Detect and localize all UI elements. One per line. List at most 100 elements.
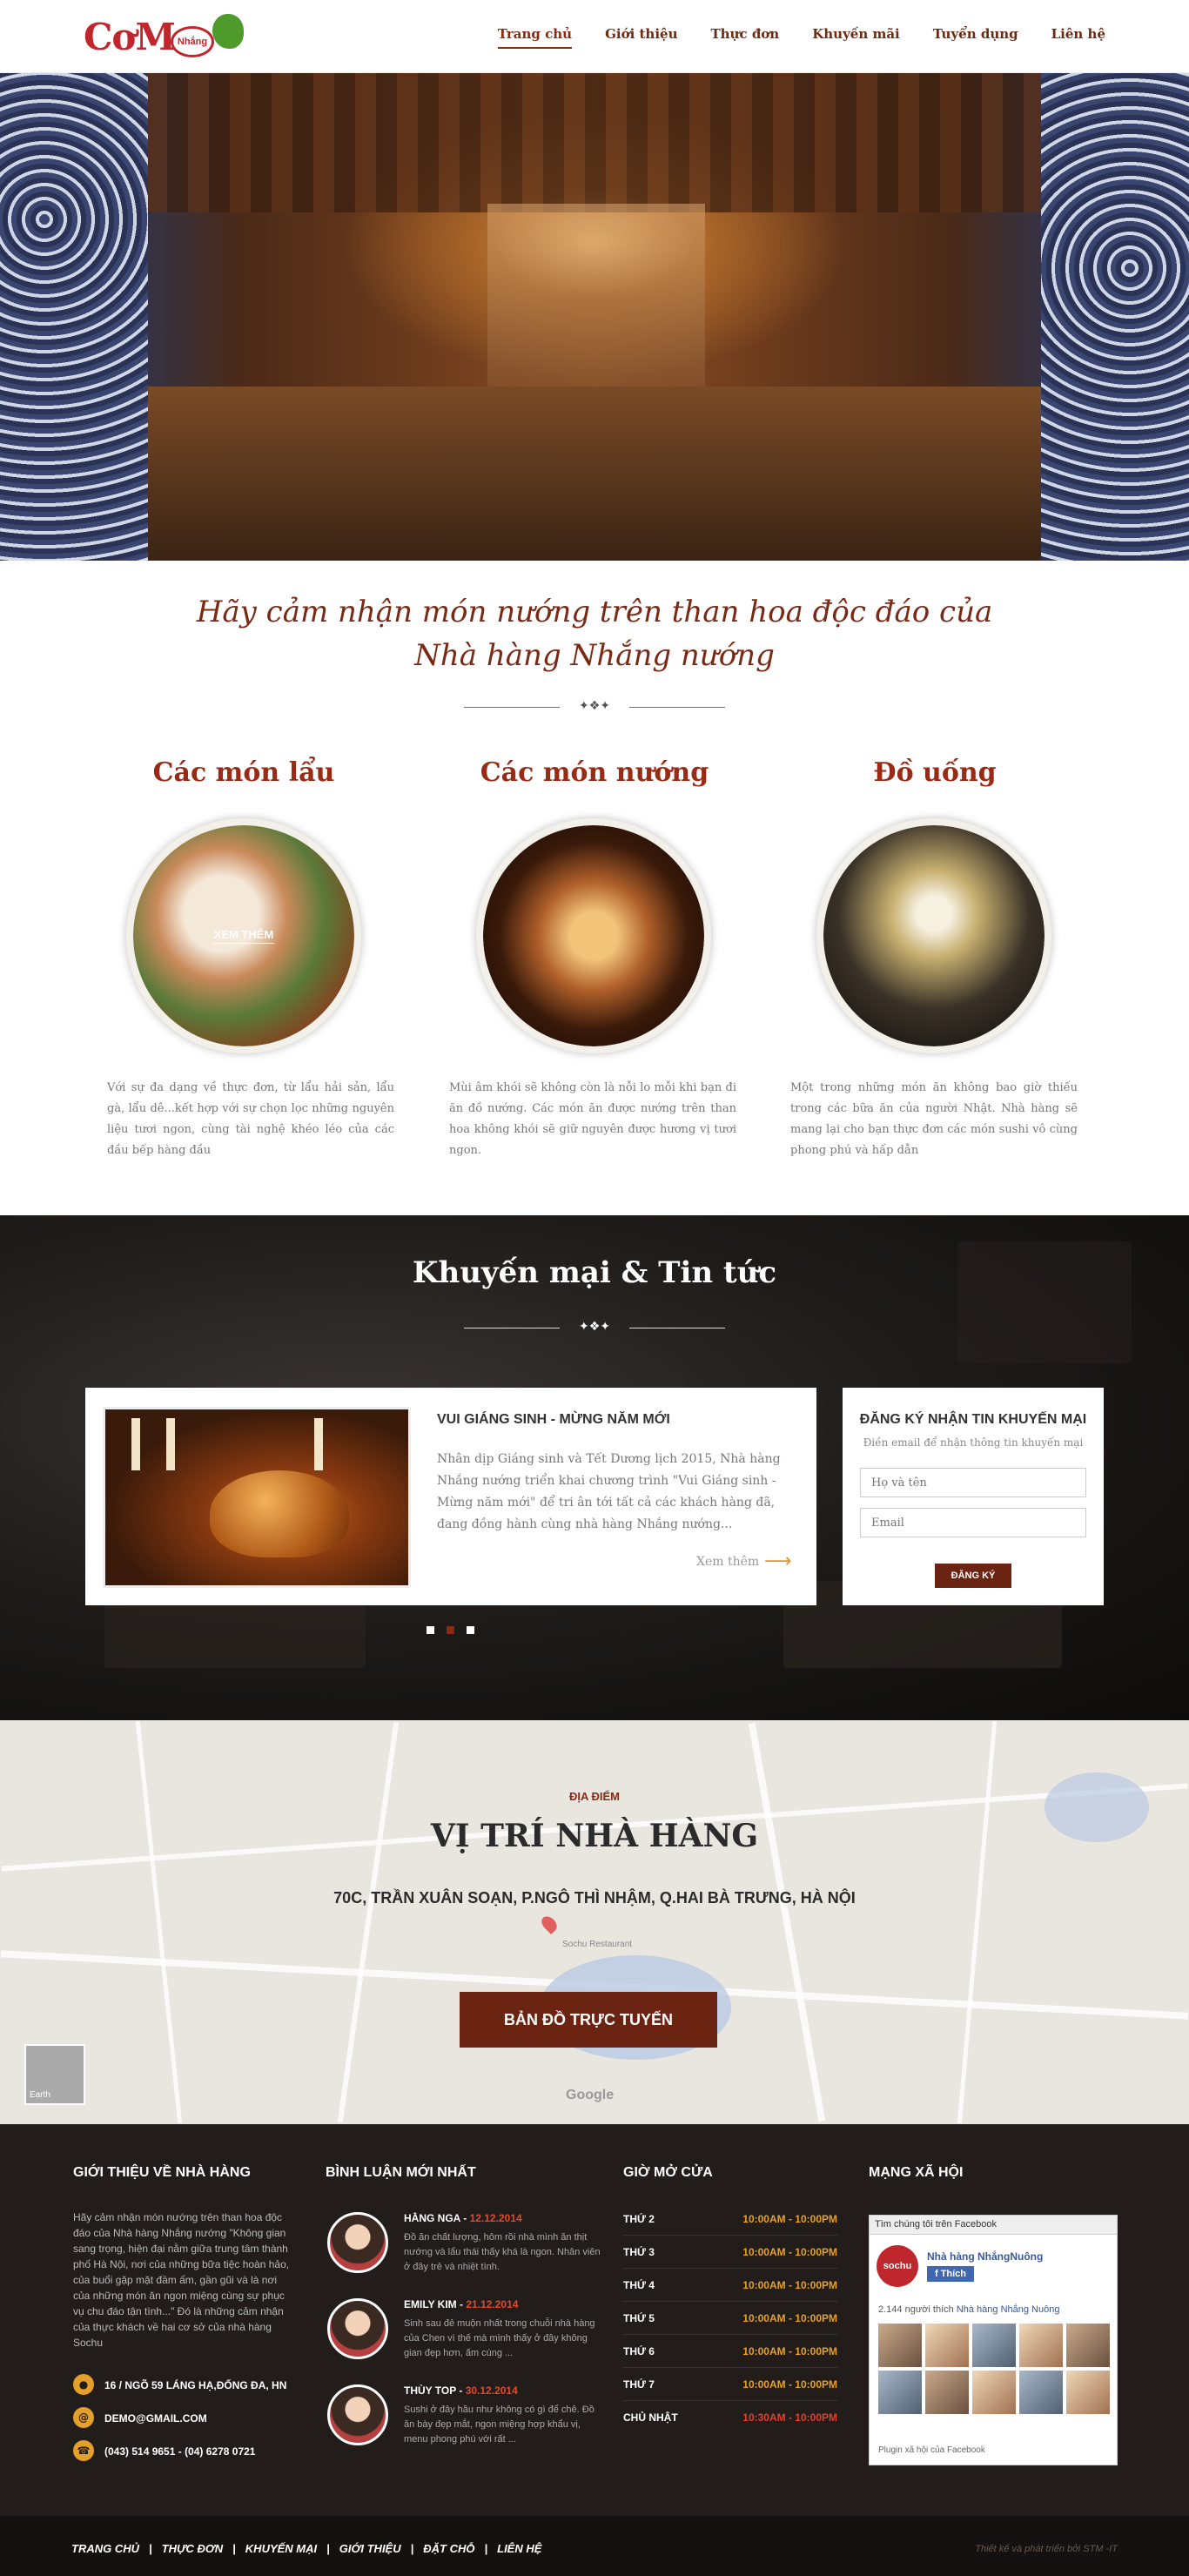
news-read-more-link[interactable]: Xem thêm (696, 1555, 759, 1569)
fan-avatar[interactable] (1066, 2324, 1110, 2367)
category-text-grill: Mùi âm khói sẽ không còn là nỗi lo mỗi k… (449, 1081, 736, 1157)
subscribe-button[interactable]: ĐĂNG KÝ (935, 1564, 1011, 1588)
avatar (327, 2384, 388, 2445)
bottom-link-about[interactable]: GIỚI THIỆU (339, 2542, 401, 2555)
fan-avatar[interactable] (878, 2371, 922, 2414)
facebook-plugin-label[interactable]: Plugin xã hội của Facebook (878, 2445, 985, 2455)
nav-item-home[interactable]: Trang chủ (497, 26, 573, 49)
footer-address: 16 / NGÕ 59 LÁNG HẠ,ĐỐNG ĐA, HN (104, 2379, 287, 2391)
news-title[interactable]: VUI GIÁNG SINH - MỪNG NĂM MỚI (437, 1412, 670, 1428)
slider-dot-active[interactable] (447, 1626, 454, 1634)
restaurant-address: 70C, TRẦN XUÂN SOẠN, P.NGÔ THÌ NHẬM, Q.H… (333, 1889, 856, 1907)
location-icon: ● (73, 2374, 94, 2395)
site-header: CơM Nhắng Trang chủ Giới thiệu Thực đơn … (0, 0, 1189, 73)
site-logo[interactable]: CơM Nhắng (84, 9, 258, 66)
bottom-link-booking[interactable]: ĐẶT CHỖ (423, 2542, 474, 2555)
phone-icon: ☎ (73, 2440, 94, 2461)
hours-row: THỨ 6 10:00AM - 10:00PM (623, 2335, 837, 2368)
comment-text: Đồ ăn chất lượng, hôm rồi nhà mình ăn th… (404, 2232, 601, 2272)
ornament-divider: ✦❖✦ (464, 699, 725, 716)
facebook-page-logo[interactable]: sochu (877, 2245, 918, 2287)
email-input[interactable] (860, 1508, 1086, 1537)
map-earth-toggle[interactable]: Earth (24, 2044, 85, 2105)
footer-email[interactable]: DEMO@GMAIL.COM (104, 2412, 207, 2425)
news-image[interactable] (103, 1407, 411, 1588)
fan-avatar[interactable] (878, 2324, 922, 2367)
slider-dot[interactable] (427, 1626, 434, 1634)
slider-dot[interactable] (467, 1626, 474, 1634)
news-card: VUI GIÁNG SINH - MỪNG NĂM MỚI Nhân dịp G… (85, 1388, 816, 1605)
category-image-hotpot[interactable]: XEM THÊM (126, 818, 361, 1053)
roast-turkey-icon (210, 1470, 349, 1557)
category-text-drinks: Một trong những món ăn không bao giờ thi… (790, 1081, 1078, 1157)
category-text-hotpot: Với sự đa dạng về thực đơn, từ lẩu hải s… (107, 1081, 394, 1157)
fan-avatar[interactable] (925, 2371, 969, 2414)
facebook-fan-grid (878, 2324, 1110, 2414)
news-body: Nhân dịp Giáng sinh và Tết Dương lịch 20… (437, 1452, 781, 1531)
facebook-widget-header: Tìm chúng tôi trên Facebook (870, 2216, 1117, 2235)
comment-text: Sinh sau đẻ muộn nhất trong chuỗi nhà hà… (404, 2318, 595, 2358)
map-heading: VỊ TRÍ NHÀ HÀNG (430, 1818, 759, 1854)
comment-author: THÙY TOP - 30.12.2014 (404, 2384, 518, 2397)
map-pin-icon[interactable] (538, 1913, 561, 1935)
logo-text: CơM (84, 16, 176, 58)
footer-credit: Thiết kế và phát triển bởi STM -IT (975, 2544, 1118, 2554)
facebook-like-button[interactable]: f Thích (927, 2266, 974, 2282)
facebook-page-name[interactable]: Nhà hàng NhắngNuông (927, 2250, 1043, 2263)
bottom-link-menu[interactable]: THỰC ĐƠN (162, 2542, 224, 2555)
bottom-link-contact[interactable]: LIÊN HỆ (497, 2542, 541, 2555)
page: CơM Nhắng Trang chủ Giới thiệu Thực đơn … (0, 0, 1189, 2576)
category-image-grill[interactable] (476, 818, 711, 1053)
hours-row: THỨ 7 10:00AM - 10:00PM (623, 2368, 837, 2401)
avatar (327, 2212, 388, 2273)
fan-avatar[interactable] (1066, 2371, 1110, 2414)
fan-avatar[interactable] (1019, 2371, 1063, 2414)
arrow-right-icon[interactable]: ⟶ (764, 1552, 792, 1571)
logo-badge: Nhắng (171, 26, 214, 57)
comment-text: Sushi ở đây hầu như không có gì để chê. … (404, 2404, 594, 2445)
footer-about-heading: GIỚI THIỆU VỀ NHÀ HÀNG (73, 2165, 251, 2180)
facebook-page-link[interactable]: Nhà hàng Nhắng Nuông (957, 2304, 1060, 2315)
hours-row: THỨ 5 10:00AM - 10:00PM (623, 2302, 837, 2335)
category-image-drinks[interactable] (816, 818, 1051, 1053)
hours-row: THỨ 3 10:00AM - 10:00PM (623, 2236, 837, 2269)
view-more-link[interactable]: XEM THÊM (213, 928, 274, 944)
fan-avatar[interactable] (1019, 2324, 1063, 2367)
map-section[interactable]: Sochu Restaurant (0, 1720, 1189, 2124)
subscribe-title: ĐĂNG KÝ NHẬN TIN KHUYẾN MẠI (859, 1412, 1087, 1427)
bottom-nav: TRANG CHỦ | THỰC ĐƠN | KHUYẾN MẠI | GIỚI TH… (71, 2542, 542, 2555)
intro-line-1: Hãy cảm nhận món nướng trên than hoa độc… (196, 595, 993, 629)
ornament-divider-light: ✦❖✦ (464, 1320, 725, 1337)
footer-phone: (043) 514 9651 - (04) 6278 0721 (104, 2445, 256, 2458)
nav-item-menu[interactable]: Thực đơn (710, 26, 779, 49)
bottom-link-promotions[interactable]: KHUYẾN MẠI (245, 2542, 317, 2555)
email-icon: @ (73, 2407, 94, 2428)
footer-hours-heading: GIỜ MỞ CỬA (623, 2165, 713, 2180)
footer-social-heading: MẠNG XÃ HỘI (869, 2165, 964, 2180)
comment-author: EMILY KIM - 21.12.2014 (404, 2298, 519, 2310)
ornament-icon: ✦❖✦ (578, 699, 610, 713)
hero-banner-image (0, 73, 1189, 561)
bottom-link-home[interactable]: TRANG CHỦ (71, 2542, 139, 2555)
fan-avatar[interactable] (972, 2324, 1016, 2367)
category-title-grill: Các món nướng (480, 757, 709, 788)
map-subheading: ĐỊA ĐIỂM (568, 1790, 621, 1803)
fan-avatar[interactable] (972, 2371, 1016, 2414)
online-map-button[interactable]: BẢN ĐỒ TRỰC TUYẾN (460, 1992, 717, 2048)
nav-item-contact[interactable]: Liên hệ (1051, 26, 1105, 49)
fan-avatar[interactable] (925, 2324, 969, 2367)
category-title-drinks: Đồ uống (873, 757, 997, 788)
main-nav: Trang chủ Giới thiệu Thực đơn Khuyến mãi… (497, 26, 1105, 49)
nav-item-promotions[interactable]: Khuyến mãi (812, 26, 900, 49)
nav-item-about[interactable]: Giới thiệu (605, 26, 677, 49)
hours-row: THỨ 4 10:00AM - 10:00PM (623, 2269, 837, 2302)
logo-leaf-icon (212, 14, 244, 49)
intro-heading: Hãy cảm nhận món nướng trên than hoa độc… (0, 590, 1189, 677)
name-input[interactable] (860, 1468, 1086, 1497)
comment-author: HẰNG NGA - 12.12.2014 (404, 2212, 522, 2224)
category-title-hotpot: Các món lẩu (152, 757, 335, 788)
footer-about-text: Hãy cảm nhận món nướng trên than hoa độc… (73, 2211, 290, 2349)
footer-comments-heading: BÌNH LUẬN MỚI NHẤT (326, 2165, 476, 2180)
nav-item-careers[interactable]: Tuyển dụng (933, 26, 1018, 49)
avatar (327, 2298, 388, 2359)
